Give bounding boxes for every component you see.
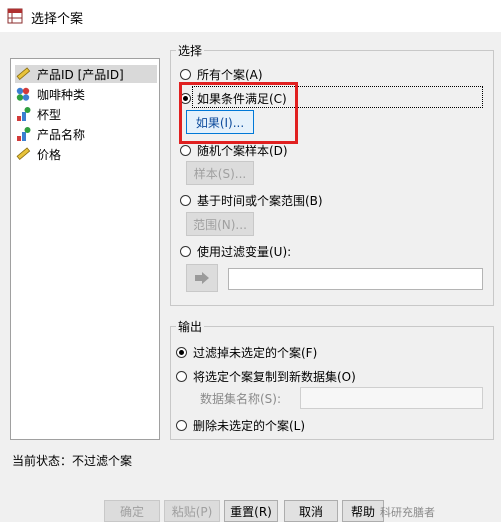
ordinal-variable-icon (17, 107, 31, 121)
scale-ruler-icon (16, 147, 31, 160)
radio-button[interactable] (176, 371, 187, 382)
radio-button[interactable] (176, 420, 187, 431)
radio-delete-unselected[interactable]: 删除未选定的个案(L) (176, 417, 305, 434)
move-variable-button[interactable] (186, 264, 218, 292)
radio-label: 基于时间或个案范围(B) (197, 194, 323, 208)
ok-button[interactable]: 确定 (104, 500, 160, 522)
arrow-right-icon (195, 272, 209, 284)
filter-variable-field[interactable] (228, 268, 483, 290)
reset-button[interactable]: 重置(R) (224, 500, 278, 522)
variable-item-product-name[interactable]: 产品名称 (15, 125, 157, 143)
variable-list[interactable]: 产品ID [产品ID] 咖啡种类 杯型 产品名称 价格 (10, 58, 160, 440)
window-title: 选择个案 (31, 12, 84, 27)
range-button[interactable]: 范围(N)... (186, 212, 254, 236)
radio-label: 过滤掉未选定的个案(F) (193, 346, 318, 360)
variable-item-coffee-type[interactable]: 咖啡种类 (15, 85, 157, 103)
select-group-legend: 选择 (176, 42, 205, 59)
radio-label: 将选定个案复制到新数据集(O) (193, 370, 356, 384)
nominal-variable-icon (16, 87, 30, 101)
paste-button[interactable]: 粘贴(P) (164, 500, 220, 522)
radio-filter-out[interactable]: 过滤掉未选定的个案(F) (176, 344, 317, 361)
radio-button[interactable] (176, 347, 187, 358)
variable-label: 咖啡种类 (37, 87, 86, 102)
title-bar: 选择个案 (0, 0, 501, 32)
variable-label: 杯型 (37, 107, 62, 122)
radio-all-cases[interactable]: 所有个案(A) (180, 66, 263, 83)
radio-random-sample[interactable]: 随机个案样本(D) (180, 142, 288, 159)
radio-button[interactable] (180, 69, 191, 80)
cancel-button[interactable]: 取消 (284, 500, 338, 522)
radio-button[interactable] (180, 195, 191, 206)
variable-label: 价格 (37, 147, 62, 162)
scale-ruler-icon (16, 67, 31, 80)
radio-label: 所有个案(A) (197, 68, 263, 82)
ordinal-variable-icon (17, 127, 31, 141)
variable-item-cup-size[interactable]: 杯型 (15, 105, 157, 123)
spss-app-icon (7, 8, 23, 24)
dataset-name-field[interactable] (300, 387, 483, 409)
radio-time-range[interactable]: 基于时间或个案范围(B) (180, 192, 323, 209)
variable-item-price[interactable]: 价格 (15, 145, 157, 163)
radio-copy-dataset[interactable]: 将选定个案复制到新数据集(O) (176, 368, 356, 385)
highlight-box (179, 82, 298, 144)
dataset-name-label: 数据集名称(S): (200, 392, 282, 406)
sample-button[interactable]: 样本(S)... (186, 161, 254, 185)
help-button[interactable]: 帮助 (342, 500, 384, 522)
radio-button[interactable] (180, 145, 191, 156)
radio-label: 删除未选定的个案(L) (193, 419, 306, 433)
variable-item-product-id[interactable]: 产品ID [产品ID] (15, 65, 157, 83)
output-group-legend: 输出 (176, 318, 205, 335)
watermark-text: 科研充膳者 (380, 506, 435, 519)
radio-label: 随机个案样本(D) (197, 144, 288, 158)
radio-label: 使用过滤变量(U): (197, 245, 292, 259)
status-text: 当前状态：不过滤个案 (12, 454, 133, 468)
radio-filter-variable[interactable]: 使用过滤变量(U): (180, 243, 291, 260)
radio-button[interactable] (180, 246, 191, 257)
variable-label: 产品ID [产品ID] (37, 67, 124, 82)
variable-label: 产品名称 (37, 127, 86, 142)
